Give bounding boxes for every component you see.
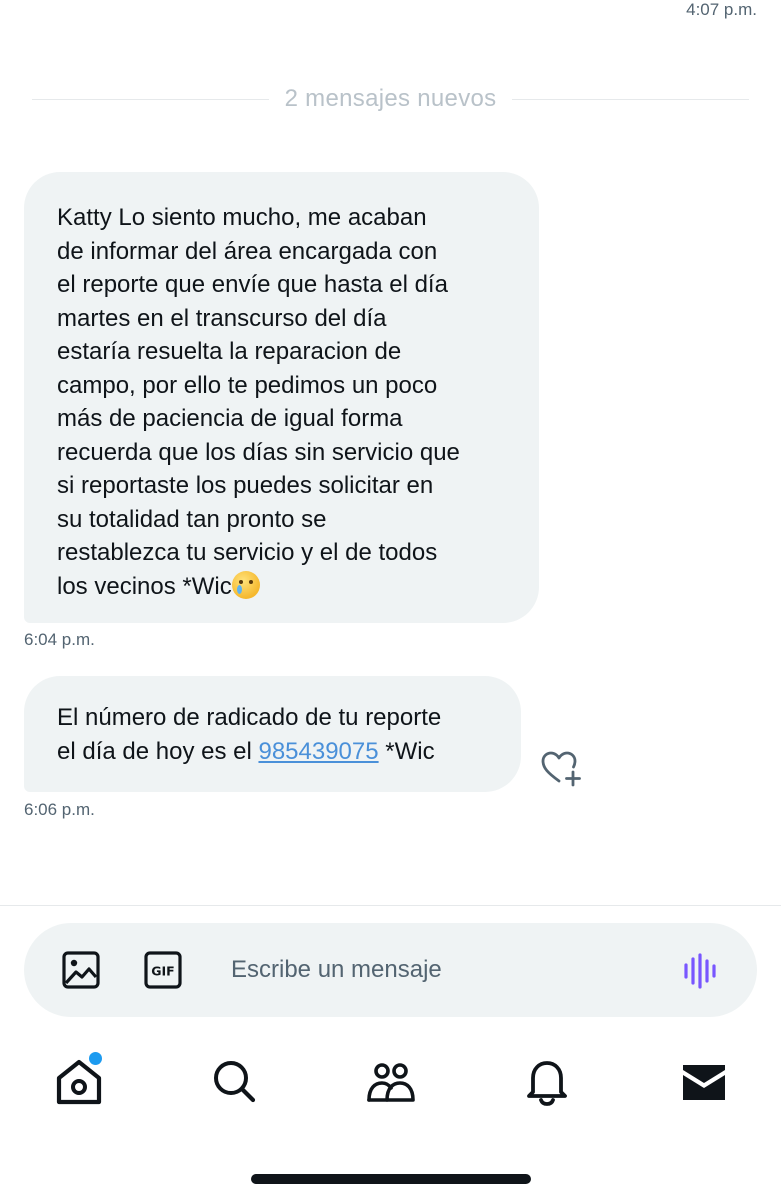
message-text: Katty Lo siento mucho, me acaban de info… [57, 204, 460, 600]
home-indicator [251, 1174, 531, 1184]
communities-icon[interactable] [365, 1056, 417, 1108]
divider-line-right [512, 98, 750, 100]
notification-dot [87, 1050, 104, 1067]
message-time: 6:06 p.m. [24, 800, 95, 819]
message-input[interactable] [231, 951, 651, 989]
divider-line-left [32, 98, 269, 100]
message-time: 6:04 p.m. [24, 630, 95, 649]
radicado-number-link[interactable]: 985439075 [258, 738, 378, 765]
message-composer: GIF [24, 923, 757, 1017]
heart-add-reaction-icon[interactable] [540, 748, 584, 788]
mail-icon[interactable] [678, 1056, 730, 1108]
message-bubble[interactable]: El número de radicado de tu reporte el d… [24, 676, 521, 792]
new-messages-label: 2 mensajes nuevos [284, 85, 497, 112]
message-bubble[interactable]: Katty Lo siento mucho, me acaban de info… [24, 172, 539, 623]
crying-face-emoji-icon [231, 570, 260, 599]
new-messages-divider: 2 mensajes nuevos [32, 84, 750, 114]
voice-wave-icon[interactable] [681, 951, 721, 991]
bottom-navigation [0, 1056, 781, 1112]
dm-conversation-screen: 4:07 p.m. 2 mensajes nuevos Katty Lo sie… [0, 0, 781, 1200]
previous-message-time: 4:07 p.m. [686, 0, 757, 19]
image-icon[interactable] [61, 950, 101, 990]
svg-text:GIF: GIF [151, 964, 174, 979]
message-text-suffix: *Wic [378, 737, 435, 765]
composer-separator [0, 905, 781, 906]
search-icon[interactable] [208, 1056, 260, 1108]
bell-icon[interactable] [521, 1056, 573, 1108]
gif-icon[interactable]: GIF [143, 950, 183, 990]
